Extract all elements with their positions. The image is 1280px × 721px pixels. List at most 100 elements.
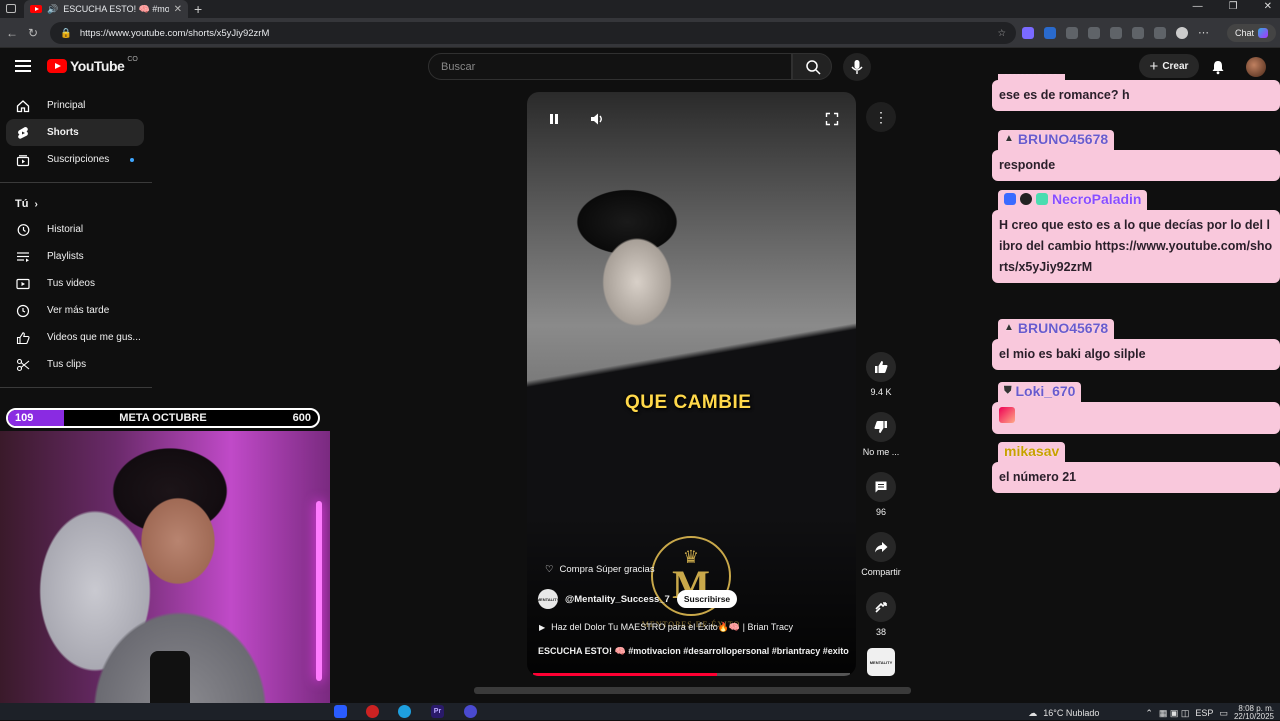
browser-toolbar: ← ↻ 🔒 https://www.youtube.com/shorts/x5y… xyxy=(0,18,1280,48)
video-description[interactable]: ESCUCHA ESTO! 🧠 #motivacion #desarrollop… xyxy=(538,646,849,657)
app-icon[interactable] xyxy=(334,705,347,718)
horizontal-scrollbar[interactable] xyxy=(474,687,911,694)
system-clock[interactable]: 8:08 p. m. 22/10/2025 xyxy=(1234,705,1274,721)
chevron-right-icon: › xyxy=(34,198,38,210)
site-info-icon[interactable]: 🔒 xyxy=(60,28,72,39)
history-icon xyxy=(16,223,30,237)
weather-text[interactable]: 16°C Nublado xyxy=(1043,708,1099,718)
stream-chat-overlay: mikasav ese es de romance? h ▲BRUNO45678… xyxy=(992,74,1280,504)
goal-title: META OCTUBRE xyxy=(119,412,207,424)
extension-icon[interactable] xyxy=(1066,26,1078,39)
sidebar-item-label: Principal xyxy=(47,100,86,111)
tray-chevron-icon[interactable]: ⌃ xyxy=(1145,708,1153,719)
sidebar-item-principal[interactable]: Principal xyxy=(6,92,144,119)
app-icon[interactable] xyxy=(366,705,379,718)
sound-thumbnail[interactable]: MENTALITY xyxy=(867,648,895,676)
chat-username: ▲ BRUNO45678 xyxy=(998,129,1115,150)
minimize-icon[interactable]: — xyxy=(1193,1,1203,12)
remix-count: 38 xyxy=(875,627,886,637)
speaker-icon[interactable]: 🔊 xyxy=(47,4,58,15)
chat-text: H creo que esto es a lo que decías por l… xyxy=(992,210,1280,283)
extension-icon[interactable] xyxy=(1022,26,1034,39)
favorites-icon[interactable] xyxy=(1132,26,1144,39)
extension-icon[interactable] xyxy=(1088,26,1100,39)
maximize-icon[interactable]: ❐ xyxy=(1229,1,1238,12)
close-tab-icon[interactable]: ✕ xyxy=(174,4,182,15)
edge-browser-icon[interactable] xyxy=(398,705,411,718)
address-bar[interactable]: 🔒 https://www.youtube.com/shorts/x5yJiy9… xyxy=(50,22,1016,44)
copilot-chat-button[interactable]: Chat xyxy=(1226,24,1276,42)
sidebar-item-subscriptions[interactable]: Suscripciones xyxy=(6,146,144,173)
hamburger-menu-icon[interactable] xyxy=(15,60,31,72)
search-input[interactable]: Buscar xyxy=(428,53,792,80)
close-window-icon[interactable]: ✕ xyxy=(1264,1,1272,12)
subscribe-button[interactable]: Suscribirse xyxy=(676,590,738,608)
extension-icon[interactable] xyxy=(1044,26,1056,39)
remix-button[interactable]: 38 xyxy=(858,592,904,637)
shorts-player[interactable]: QUE CAMBIE ♛ M MENTORES DE ÉXITO ♡ Compr… xyxy=(527,92,856,676)
sidebar-you-heading[interactable]: Tú › xyxy=(0,192,154,216)
chat-message: mikasav ese es de romance? h xyxy=(992,74,1280,111)
system-tray: ☁ 16°C Nublado ⌃ ▦ ▣ ◫ ESP ▭ 8:08 p. m. … xyxy=(1028,705,1274,721)
channel-name[interactable]: @Mentality_Success_7 xyxy=(565,594,670,605)
tab-title: ESCUCHA ESTO! 🧠 #motivac xyxy=(63,3,169,14)
search-button[interactable] xyxy=(792,53,832,80)
tray-icons[interactable]: ▦ ▣ ◫ xyxy=(1159,708,1190,719)
new-tab-button[interactable]: + xyxy=(194,1,202,17)
volume-icon xyxy=(591,113,602,125)
more-options-button[interactable]: ⋮ xyxy=(858,102,904,137)
fullscreen-button[interactable] xyxy=(819,106,845,132)
sound-row[interactable]: ▶ Haz del Dolor Tu MAESTRO para el Éxito… xyxy=(539,622,793,633)
like-button[interactable]: 9.4 K xyxy=(858,352,904,397)
chat-button-label: Chat xyxy=(1234,28,1254,38)
chat-text: el número 21 xyxy=(992,462,1280,493)
comment-count: 96 xyxy=(875,507,886,517)
sidebar-item-label: Videos que me gus... xyxy=(47,332,141,343)
extension-icon[interactable] xyxy=(1110,26,1122,39)
sidebar-item-liked-videos[interactable]: Videos que me gus... xyxy=(6,324,144,351)
input-language[interactable]: ESP xyxy=(1195,708,1213,718)
sidebar: Principal Shorts Suscripciones Tú › Hist… xyxy=(0,92,154,397)
comments-button[interactable]: 96 xyxy=(858,472,904,517)
youtube-logo[interactable]: YouTube CO xyxy=(47,56,138,74)
pause-button[interactable] xyxy=(541,106,567,132)
share-button[interactable]: Compartir xyxy=(858,532,904,577)
share-label: Compartir xyxy=(861,567,901,577)
watch-later-icon xyxy=(16,304,30,318)
favorite-star-icon[interactable]: ☆ xyxy=(997,28,1006,39)
browser-tab-active[interactable]: 🔊 ESCUCHA ESTO! 🧠 #motivac ✕ xyxy=(24,0,188,18)
home-icon xyxy=(16,99,30,113)
video-progress-bar[interactable] xyxy=(533,673,850,676)
sidebar-item-your-videos[interactable]: Tus videos xyxy=(6,270,144,297)
chat-message: ▲ BRUNO45678 el mio es baki algo silple xyxy=(992,317,1280,370)
sidebar-item-label: Historial xyxy=(47,224,84,235)
super-thanks-button[interactable]: ♡ Compra Súper gracias xyxy=(545,564,655,575)
plus-icon: + xyxy=(1149,57,1159,75)
notifications-bell-icon[interactable] xyxy=(1210,59,1226,75)
back-icon[interactable]: ← xyxy=(6,26,18,40)
downloads-icon[interactable] xyxy=(1154,26,1166,39)
profile-icon[interactable] xyxy=(1176,26,1188,39)
sidebar-item-shorts[interactable]: Shorts xyxy=(6,119,144,146)
sidebar-item-history[interactable]: Historial xyxy=(6,216,144,243)
volume-button[interactable] xyxy=(584,106,610,132)
sub-badge-icon xyxy=(1036,193,1048,205)
voice-search-button[interactable] xyxy=(843,53,871,81)
reload-icon[interactable]: ↻ xyxy=(28,26,38,40)
channel-avatar[interactable]: MENTALITY xyxy=(537,589,559,609)
sidebar-item-watch-later[interactable]: Ver más tarde xyxy=(6,297,144,324)
chat-message: ⛊ Loki_670 xyxy=(992,380,1280,434)
sidebar-item-label: Ver más tarde xyxy=(47,305,110,316)
network-icon[interactable]: ▭ xyxy=(1219,708,1228,719)
sidebar-item-playlists[interactable]: Playlists xyxy=(6,243,144,270)
app-icon[interactable] xyxy=(464,705,477,718)
chat-username: mikasav xyxy=(998,442,1066,462)
super-thanks-icon: ♡ xyxy=(545,564,554,575)
chat-text: responde xyxy=(992,149,1280,181)
more-icon[interactable]: ⋯ xyxy=(1198,26,1209,39)
premiere-pro-icon[interactable]: Pr xyxy=(431,705,444,718)
emote-icon xyxy=(999,406,1015,423)
sidebar-item-your-clips[interactable]: Tus clips xyxy=(6,351,144,378)
dislike-button[interactable]: No me ... xyxy=(858,412,904,457)
tab-actions-icon[interactable] xyxy=(6,4,16,13)
